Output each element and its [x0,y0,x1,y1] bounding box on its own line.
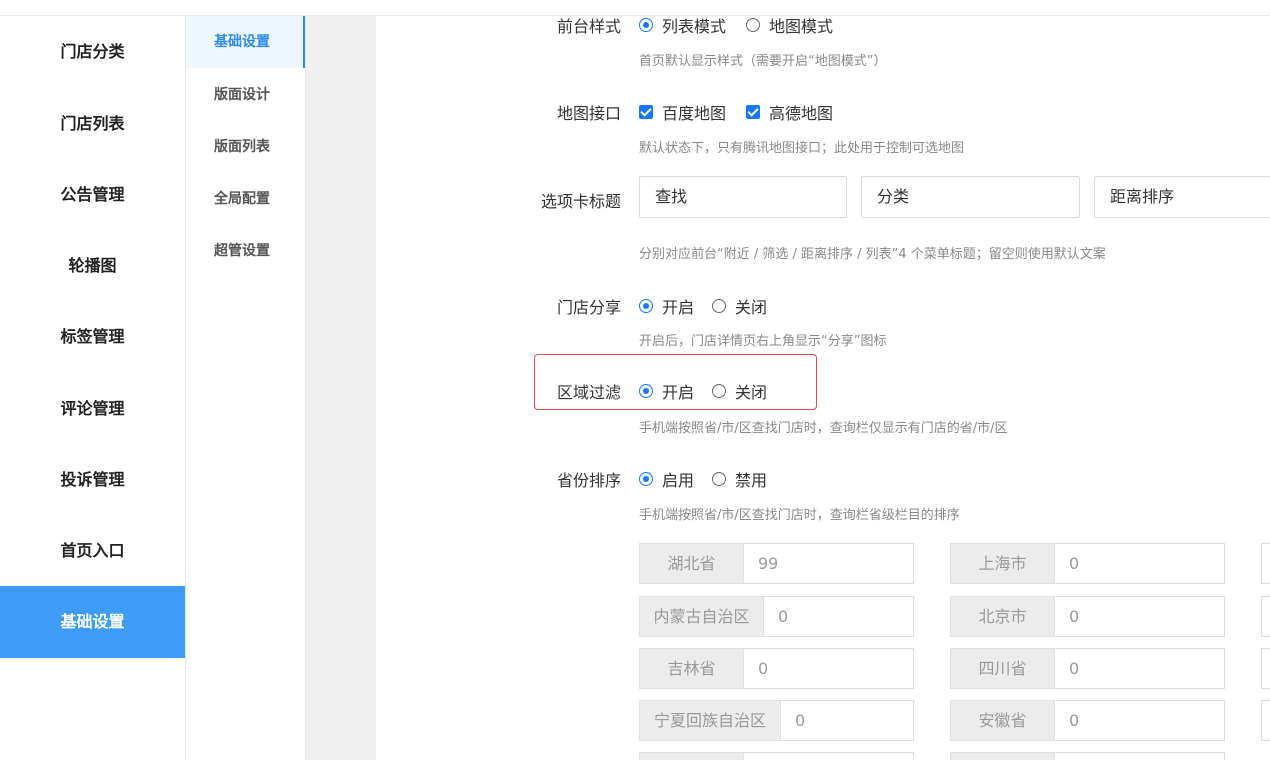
province-name: 宁夏回族自治区 [639,700,781,741]
province-name: 北京市 [950,596,1055,637]
province-field-partial [1261,700,1270,741]
radio-unchecked-icon [712,384,726,398]
province-sort-input[interactable]: 99 [744,543,914,584]
province-sort-input[interactable]: 0 [1055,648,1225,689]
province-field: 北京市 0 [950,596,1225,637]
province-name-partial [950,752,1055,760]
province-field: 吉林省 0 [639,648,914,689]
subnav-item-layout-list[interactable]: 版面列表 [186,121,305,173]
content-gutter [306,16,376,760]
map-option-baidu[interactable]: 百度地图 [639,100,726,124]
province-field-partial [1261,648,1270,689]
map-hint: 默认状态下，只有腾讯地图接口；此处用于控制可选地图 [639,141,965,156]
region-filter-option-on-label: 开启 [662,383,695,402]
region-filter-hint: 手机端按照省/市/区查找门店时，查询栏仅显示有门店的省/市/区 [639,421,1008,436]
secondary-sidebar: 基础设置 版面设计 版面列表 全局配置 超管设置 [186,16,306,760]
share-option-on-label: 开启 [662,298,695,317]
sidebar-item-tags[interactable]: 标签管理 [0,301,185,373]
province-field-partial [1261,543,1270,584]
settings-form: 前台样式 列表模式 地图模式 首页默认显示样式（需要开启“地图模式”） 地图接口… [376,16,1270,760]
map-option-amap-label: 高德地图 [769,104,834,123]
province-sort-option-enable-label: 启用 [662,471,695,490]
province-name: 内蒙古自治区 [639,596,764,637]
radio-unchecked-icon [712,299,726,313]
sidebar-item-home-entry[interactable]: 首页入口 [0,515,185,587]
tab-title-input-1[interactable]: 查找 [639,176,847,218]
share-option-off[interactable]: 关闭 [712,294,767,318]
share-option-off-label: 关闭 [735,298,768,317]
province-sort-input[interactable]: 0 [1055,700,1225,741]
province-field-partial [639,752,914,760]
sidebar-item-carousel[interactable]: 轮播图 [0,230,185,302]
province-name: 湖北省 [639,543,744,584]
sidebar-item-store-list[interactable]: 门店列表 [0,88,185,160]
province-sort-option-enable[interactable]: 启用 [639,467,694,491]
map-option-baidu-label: 百度地图 [662,104,727,123]
province-field: 安徽省 0 [950,700,1225,741]
province-sort-input[interactable]: 0 [744,648,914,689]
province-sort-input[interactable]: 0 [781,700,914,741]
province-sort-input[interactable]: 0 [764,596,914,637]
radio-checked-icon [639,384,653,398]
province-sort-label: 省份排序 [556,471,621,490]
share-hint: 开启后，门店详情页右上角显示“分享”图标 [639,334,887,349]
radio-checked-icon [639,472,653,486]
radio-unchecked-icon [712,472,726,486]
radio-unchecked-icon [746,18,760,32]
primary-sidebar: 门店分类 门店列表 公告管理 轮播图 标签管理 评论管理 投诉管理 首页入口 基… [0,16,186,760]
subnav-item-global-config[interactable]: 全局配置 [186,173,305,225]
map-label: 地图接口 [556,104,621,123]
province-name-partial [639,752,744,760]
share-label: 门店分享 [556,298,621,317]
region-filter-option-on[interactable]: 开启 [639,379,694,403]
region-filter-option-off[interactable]: 关闭 [712,379,767,403]
tab-title-input-2[interactable]: 分类 [861,176,1080,218]
checkbox-checked-icon [746,105,760,119]
radio-checked-icon [639,299,653,313]
sidebar-item-announcements[interactable]: 公告管理 [0,159,185,231]
province-field: 宁夏回族自治区 0 [639,700,914,741]
province-sort-input-partial[interactable] [1055,752,1225,760]
province-name: 上海市 [950,543,1055,584]
style-option-map[interactable]: 地图模式 [746,16,833,37]
radio-checked-icon [639,18,653,32]
province-sort-input-partial[interactable] [744,752,914,760]
tab-title-input-3[interactable]: 距离排序 [1094,176,1270,218]
province-field: 上海市 0 [950,543,1225,584]
top-bar [0,0,1270,16]
province-name: 吉林省 [639,648,744,689]
subnav-item-layout-design[interactable]: 版面设计 [186,69,305,121]
province-field: 内蒙古自治区 0 [639,596,914,637]
map-option-amap[interactable]: 高德地图 [746,100,833,124]
province-name: 四川省 [950,648,1055,689]
province-sort-input[interactable]: 0 [1055,596,1225,637]
province-sort-option-disable[interactable]: 禁用 [712,467,767,491]
checkbox-checked-icon [639,105,653,119]
province-sort-input[interactable]: 0 [1055,543,1225,584]
province-field-partial [1261,596,1270,637]
style-option-list-label: 列表模式 [662,17,727,36]
province-field: 湖北省 99 [639,543,914,584]
tabs-label: 选项卡标题 [540,192,621,211]
province-name: 安徽省 [950,700,1055,741]
sidebar-item-complaints[interactable]: 投诉管理 [0,444,185,516]
province-sort-option-disable-label: 禁用 [735,471,768,490]
sidebar-item-store-category[interactable]: 门店分类 [0,16,185,88]
subnav-item-basic-settings[interactable]: 基础设置 [186,16,305,68]
province-field: 四川省 0 [950,648,1225,689]
share-option-on[interactable]: 开启 [639,294,694,318]
subnav-item-super-admin[interactable]: 超管设置 [186,225,305,277]
style-option-list[interactable]: 列表模式 [639,16,726,37]
region-filter-label: 区域过滤 [556,383,621,402]
tabs-hint: 分别对应前台“附近 / 筛选 / 距离排序 / 列表”4 个菜单标题；留空则使用… [639,247,1106,262]
province-field-partial [950,752,1225,760]
style-option-map-label: 地图模式 [769,17,834,36]
region-filter-option-off-label: 关闭 [735,383,768,402]
style-label: 前台样式 [556,17,621,36]
style-hint: 首页默认显示样式（需要开启“地图模式”） [639,54,887,69]
sidebar-item-basic-settings[interactable]: 基础设置 [0,586,185,658]
sidebar-item-comments[interactable]: 评论管理 [0,373,185,445]
province-sort-hint: 手机端按照省/市/区查找门店时，查询栏省级栏目的排序 [639,508,960,523]
